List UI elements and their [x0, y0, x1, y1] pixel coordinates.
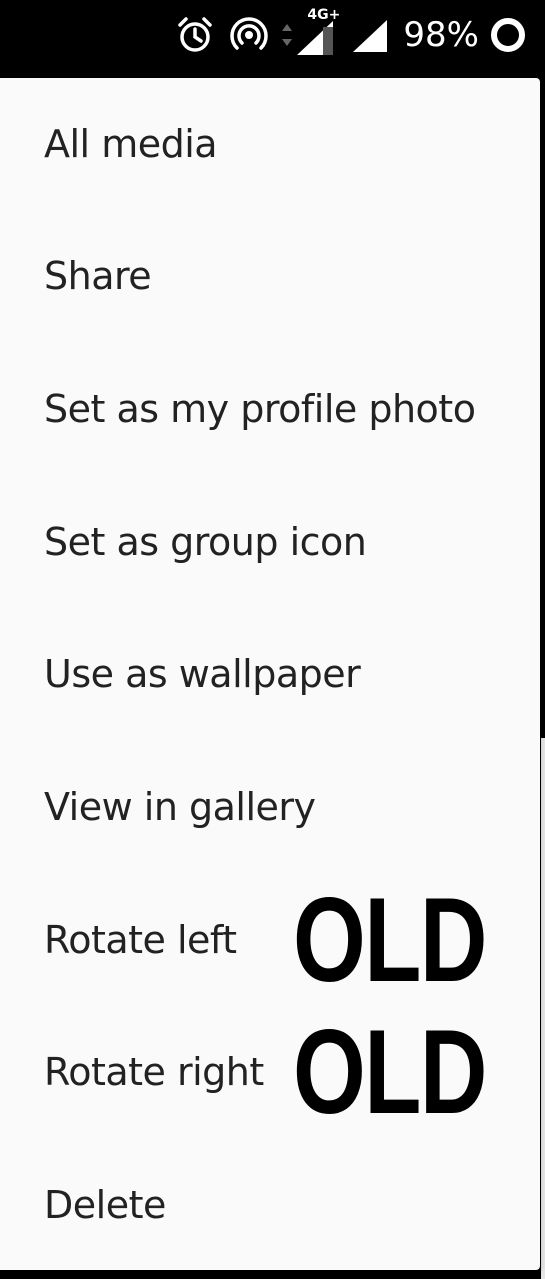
menu-item-label: Rotate right — [44, 1050, 264, 1094]
status-bar: 4G+ 98% — [0, 0, 545, 76]
menu-item-all-media[interactable]: All media — [0, 78, 540, 210]
old-tag-rotate-right: OLD — [293, 1005, 487, 1139]
hotspot-icon — [229, 15, 269, 55]
menu-item-label: All media — [44, 122, 218, 166]
menu-item-label: Use as wallpaper — [44, 652, 361, 696]
data-arrows-icon — [281, 22, 293, 48]
menu-item-label: Delete — [44, 1183, 166, 1227]
battery-ring-icon — [489, 16, 527, 54]
battery-percentage: 98% — [403, 15, 479, 55]
menu-item-share[interactable]: Share — [0, 210, 540, 342]
menu-item-use-as-wallpaper[interactable]: Use as wallpaper — [0, 608, 540, 740]
status-icons: 4G+ 98% — [175, 7, 527, 60]
old-tag-rotate-left: OLD — [293, 873, 487, 1007]
wifi-signal-icon — [351, 16, 389, 54]
menu-item-label: Share — [44, 254, 152, 298]
menu-item-view-in-gallery[interactable]: View in gallery — [0, 741, 540, 873]
menu-item-label: Set as my profile photo — [44, 387, 476, 431]
background-app-edge-lower — [541, 738, 545, 1279]
signal-icon: 4G+ — [293, 7, 340, 57]
menu-item-label: Rotate left — [44, 918, 237, 962]
alarm-icon — [175, 15, 215, 55]
network-type-label: 4G+ — [307, 7, 341, 23]
menu-item-delete[interactable]: Delete — [0, 1139, 540, 1271]
menu-item-label: View in gallery — [44, 785, 316, 829]
menu-item-set-profile-photo[interactable]: Set as my profile photo — [0, 343, 540, 475]
menu-item-label: Set as group icon — [44, 520, 367, 564]
menu-item-set-group-icon[interactable]: Set as group icon — [0, 476, 540, 608]
